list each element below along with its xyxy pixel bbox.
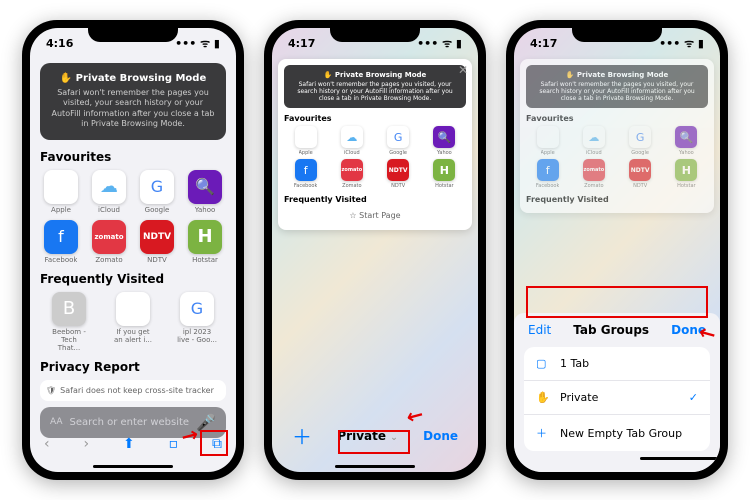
card-banner: ✋ Private Browsing Mode Safari won't rem… <box>284 65 466 108</box>
home-indicator[interactable] <box>93 465 173 468</box>
share-icon[interactable]: ⬆ <box>123 436 135 452</box>
fav-yahoo[interactable]: 🔍Yahoo <box>184 170 226 214</box>
frequent-grid: BBeebom - Tech That... If you get an ale… <box>40 292 226 352</box>
screen-1: 4:16 ••• ᯤ ▮ ✋ Private Browsing Mode Saf… <box>30 28 236 472</box>
time: 4:16 <box>46 37 73 50</box>
card-fav-title: Favourites <box>284 114 466 123</box>
tab-groups-sheet: Edit Tab Groups Done ▢ 1 Tab ✋ Private ✓… <box>514 313 720 472</box>
zomato-icon: zomato <box>92 220 126 254</box>
time: 4:17 <box>288 37 315 50</box>
notch <box>330 20 420 42</box>
tab-group-new[interactable]: ＋ New Empty Tab Group <box>524 415 710 451</box>
new-tab-icon[interactable]: ＋ <box>292 421 312 450</box>
tab-icon: ▢ <box>536 357 550 370</box>
frequent-title: Frequently Visited <box>40 272 226 286</box>
annotation-box <box>526 286 708 318</box>
privacy-title: Privacy Report <box>40 360 226 374</box>
plus-icon: ＋ <box>536 425 550 441</box>
forward-icon[interactable]: › <box>83 436 89 452</box>
edit-button[interactable]: Edit <box>528 323 551 337</box>
checkmark-icon: ✓ <box>689 391 698 404</box>
time: 4:17 <box>530 37 557 50</box>
fav-google[interactable]: GGoogle <box>136 170 178 214</box>
annotation-box <box>338 430 410 454</box>
privacy-note: 🛡Safari does not keep cross-site tracker <box>40 380 226 401</box>
tab-group-private[interactable]: ✋ Private ✓ <box>524 381 710 415</box>
sheet-title: Tab Groups <box>573 323 649 337</box>
freq-google[interactable]: Gipl 2023 live - Goo... <box>168 292 226 352</box>
favourites-grid: Apple ☁iCloud GGoogle 🔍Yahoo fFacebook z… <box>40 170 226 264</box>
status-icons: ••• ᯤ ▮ <box>175 36 220 51</box>
fav-apple[interactable]: Apple <box>40 170 82 214</box>
shield-icon: 🛡 <box>46 386 56 395</box>
home-indicator[interactable] <box>640 457 720 460</box>
search-placeholder: Search or enter website <box>69 417 191 428</box>
content: ✋ Private Browsing Mode Safari won't rem… <box>30 53 236 444</box>
text-size-icon[interactable]: AA <box>50 417 63 427</box>
fav-ndtv[interactable]: NDTVNDTV <box>136 220 178 264</box>
yahoo-icon: 🔍 <box>188 170 222 204</box>
fav-zomato[interactable]: zomatoZomato <box>88 220 130 264</box>
notch <box>88 20 178 42</box>
card-start-page: ☆ Start Page <box>284 207 466 224</box>
tab-card[interactable]: ✕ ✋ Private Browsing Mode Safari won't r… <box>278 59 472 230</box>
annotation-box <box>200 430 228 456</box>
back-icon[interactable]: ‹ <box>44 436 50 452</box>
freq-beebom[interactable]: BBeebom - Tech That... <box>40 292 98 352</box>
card-fav-grid: Apple ☁iCloud GGoogle 🔍Yahoo fFacebook z… <box>284 126 466 189</box>
phone-3: 4:17 ••• ᯤ ▮ ✋ Private Browsing ModeSafa… <box>506 20 728 480</box>
beebom-icon: B <box>52 292 86 326</box>
banner-title: ✋ Private Browsing Mode <box>48 73 218 84</box>
status-icons: ••• ᯤ ▮ <box>659 36 704 51</box>
private-icon: ✋ <box>536 391 550 404</box>
screen-3: 4:17 ••• ᯤ ▮ ✋ Private Browsing ModeSafa… <box>514 28 720 472</box>
apple-icon <box>116 292 150 326</box>
notch <box>572 20 662 42</box>
home-indicator[interactable] <box>335 465 415 468</box>
tab-groups-list: ▢ 1 Tab ✋ Private ✓ ＋ New Empty Tab Grou… <box>524 347 710 451</box>
google-icon: G <box>180 292 214 326</box>
tab-group-1tab[interactable]: ▢ 1 Tab <box>524 347 710 381</box>
screen-2: 4:17 ••• ᯤ ▮ ✕ ✋ Private Browsing Mode S… <box>272 28 478 472</box>
private-banner: ✋ Private Browsing Mode Safari won't rem… <box>40 63 226 140</box>
tab-card-dim: ✋ Private Browsing ModeSafari won't reme… <box>520 59 714 213</box>
freq-apple[interactable]: If you get an alert i... <box>104 292 162 352</box>
phone-1: 4:16 ••• ᯤ ▮ ✋ Private Browsing Mode Saf… <box>22 20 244 480</box>
fav-facebook[interactable]: fFacebook <box>40 220 82 264</box>
ndtv-icon: NDTV <box>140 220 174 254</box>
sheet-header: Edit Tab Groups Done <box>514 313 720 347</box>
icloud-icon: ☁ <box>92 170 126 204</box>
apple-icon <box>44 170 78 204</box>
close-icon[interactable]: ✕ <box>458 63 468 77</box>
fav-hotstar[interactable]: HHotstar <box>184 220 226 264</box>
banner-text: Safari won't remember the pages you visi… <box>48 88 218 130</box>
status-icons: ••• ᯤ ▮ <box>417 36 462 51</box>
card-freq-title: Frequently Visited <box>284 195 466 204</box>
done-button[interactable]: Done <box>423 429 458 443</box>
favourites-title: Favourites <box>40 150 226 164</box>
fav-icloud[interactable]: ☁iCloud <box>88 170 130 214</box>
bookmarks-icon[interactable]: ▫ <box>169 436 179 452</box>
hotstar-icon: H <box>188 220 222 254</box>
google-icon: G <box>140 170 174 204</box>
facebook-icon: f <box>44 220 78 254</box>
phone-2: 4:17 ••• ᯤ ▮ ✕ ✋ Private Browsing Mode S… <box>264 20 486 480</box>
